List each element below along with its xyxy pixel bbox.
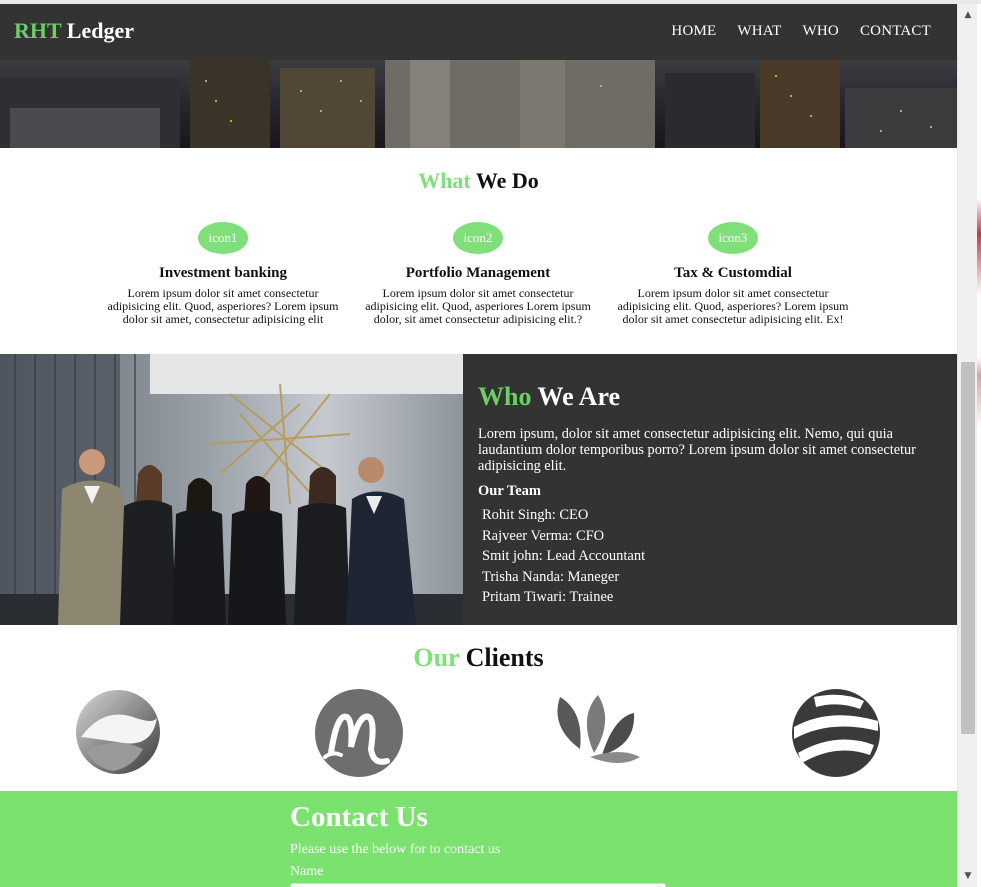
service-icon-2: icon2 <box>453 222 503 254</box>
service-card-portfolio: icon2 Portfolio Management Lorem ipsum d… <box>353 222 603 326</box>
what-we-do-title: What We Do <box>0 168 957 194</box>
team-photo <box>0 354 463 625</box>
title-rest: We Do <box>470 168 539 193</box>
title-accent: Who <box>478 382 532 411</box>
who-we-are-section: Who We Are Lorem ipsum, dolor sit amet c… <box>0 354 957 625</box>
nav-contact-link[interactable]: CONTACT <box>860 23 931 40</box>
team-member: Trisha Nanda: Maneger <box>482 568 620 585</box>
nav-home-link[interactable]: HOME <box>671 23 716 40</box>
title-accent: What <box>418 168 471 193</box>
client-logo-leaves-icon <box>557 695 640 763</box>
team-heading: Our Team <box>478 483 541 499</box>
service-card-tax: icon3 Tax & Customdial Lorem ipsum dolor… <box>608 222 858 326</box>
title-rest: We Are <box>531 382 621 411</box>
who-we-are-description: Lorem ipsum, dolor sit amet consectetur … <box>478 426 916 474</box>
service-icon-1: icon1 <box>198 222 248 254</box>
nav-what-link[interactable]: WHAT <box>737 23 781 40</box>
page: RHT Ledger HOME WHAT WHO CONTACT What We… <box>0 4 957 887</box>
contact-section: Contact Us Please use the below for to c… <box>0 791 957 887</box>
team-member: Smit john: Lead Accountant <box>482 548 646 564</box>
hero-city-image <box>0 60 957 148</box>
service-title: Portfolio Management <box>405 265 551 281</box>
team-member: Pritam Tiwari: Trainee <box>482 589 614 605</box>
service-text: Lorem ipsum dolor sit amet consectetur a… <box>107 286 339 326</box>
contact-subtitle: Please use the below for to contact us <box>290 842 501 857</box>
main-nav: HOME WHAT WHO CONTACT <box>671 23 931 40</box>
title-rest: Clients <box>459 643 544 672</box>
contact-title: Contact Us <box>290 801 428 833</box>
brand-logo[interactable]: RHT Ledger <box>14 18 134 44</box>
our-clients-section: Our Clients <box>0 625 957 791</box>
service-card-investment: icon1 Investment banking Lorem ipsum dol… <box>98 222 348 326</box>
our-clients-title: Our Clients <box>0 643 957 673</box>
who-we-are-content: Who We Are Lorem ipsum, dolor sit amet c… <box>478 382 943 608</box>
name-input[interactable] <box>290 883 666 887</box>
scroll-thumb[interactable] <box>961 362 975 734</box>
vertical-scrollbar[interactable]: ▲ ▼ <box>957 4 977 887</box>
service-text: Lorem ipsum dolor sit amet consectetur a… <box>617 286 849 326</box>
brand-accent: RHT <box>14 18 62 43</box>
name-label: Name <box>290 864 324 879</box>
navbar: RHT Ledger HOME WHAT WHO CONTACT <box>0 4 957 60</box>
client-logo-globe-icon <box>792 689 880 777</box>
what-we-do-section: What We Do icon1 Investment banking Lore… <box>0 148 957 354</box>
service-icon-3: icon3 <box>708 222 758 254</box>
client-logo-swirl-icon <box>76 690 160 774</box>
service-title: Investment banking <box>159 265 287 281</box>
client-logo-m-icon <box>315 689 403 777</box>
title-accent: Our <box>413 643 460 672</box>
brand-name: Ledger <box>61 18 134 43</box>
team-member: Rajveer Verma: CFO <box>482 527 605 544</box>
service-title: Tax & Customdial <box>674 265 792 281</box>
service-text: Lorem ipsum dolor sit amet consectetur a… <box>365 286 591 326</box>
background-window-edge <box>977 4 981 887</box>
nav-who-link[interactable]: WHO <box>803 23 839 40</box>
scroll-up-arrow-icon[interactable]: ▲ <box>958 6 978 24</box>
team-list: Rohit Singh: CEO Rajveer Verma: CFO Smit… <box>478 505 943 608</box>
who-we-are-title: Who We Are <box>478 382 943 412</box>
team-photo-illustration <box>0 354 463 625</box>
scroll-down-arrow-icon[interactable]: ▼ <box>958 867 978 885</box>
team-member: Rohit Singh: CEO <box>482 507 589 523</box>
